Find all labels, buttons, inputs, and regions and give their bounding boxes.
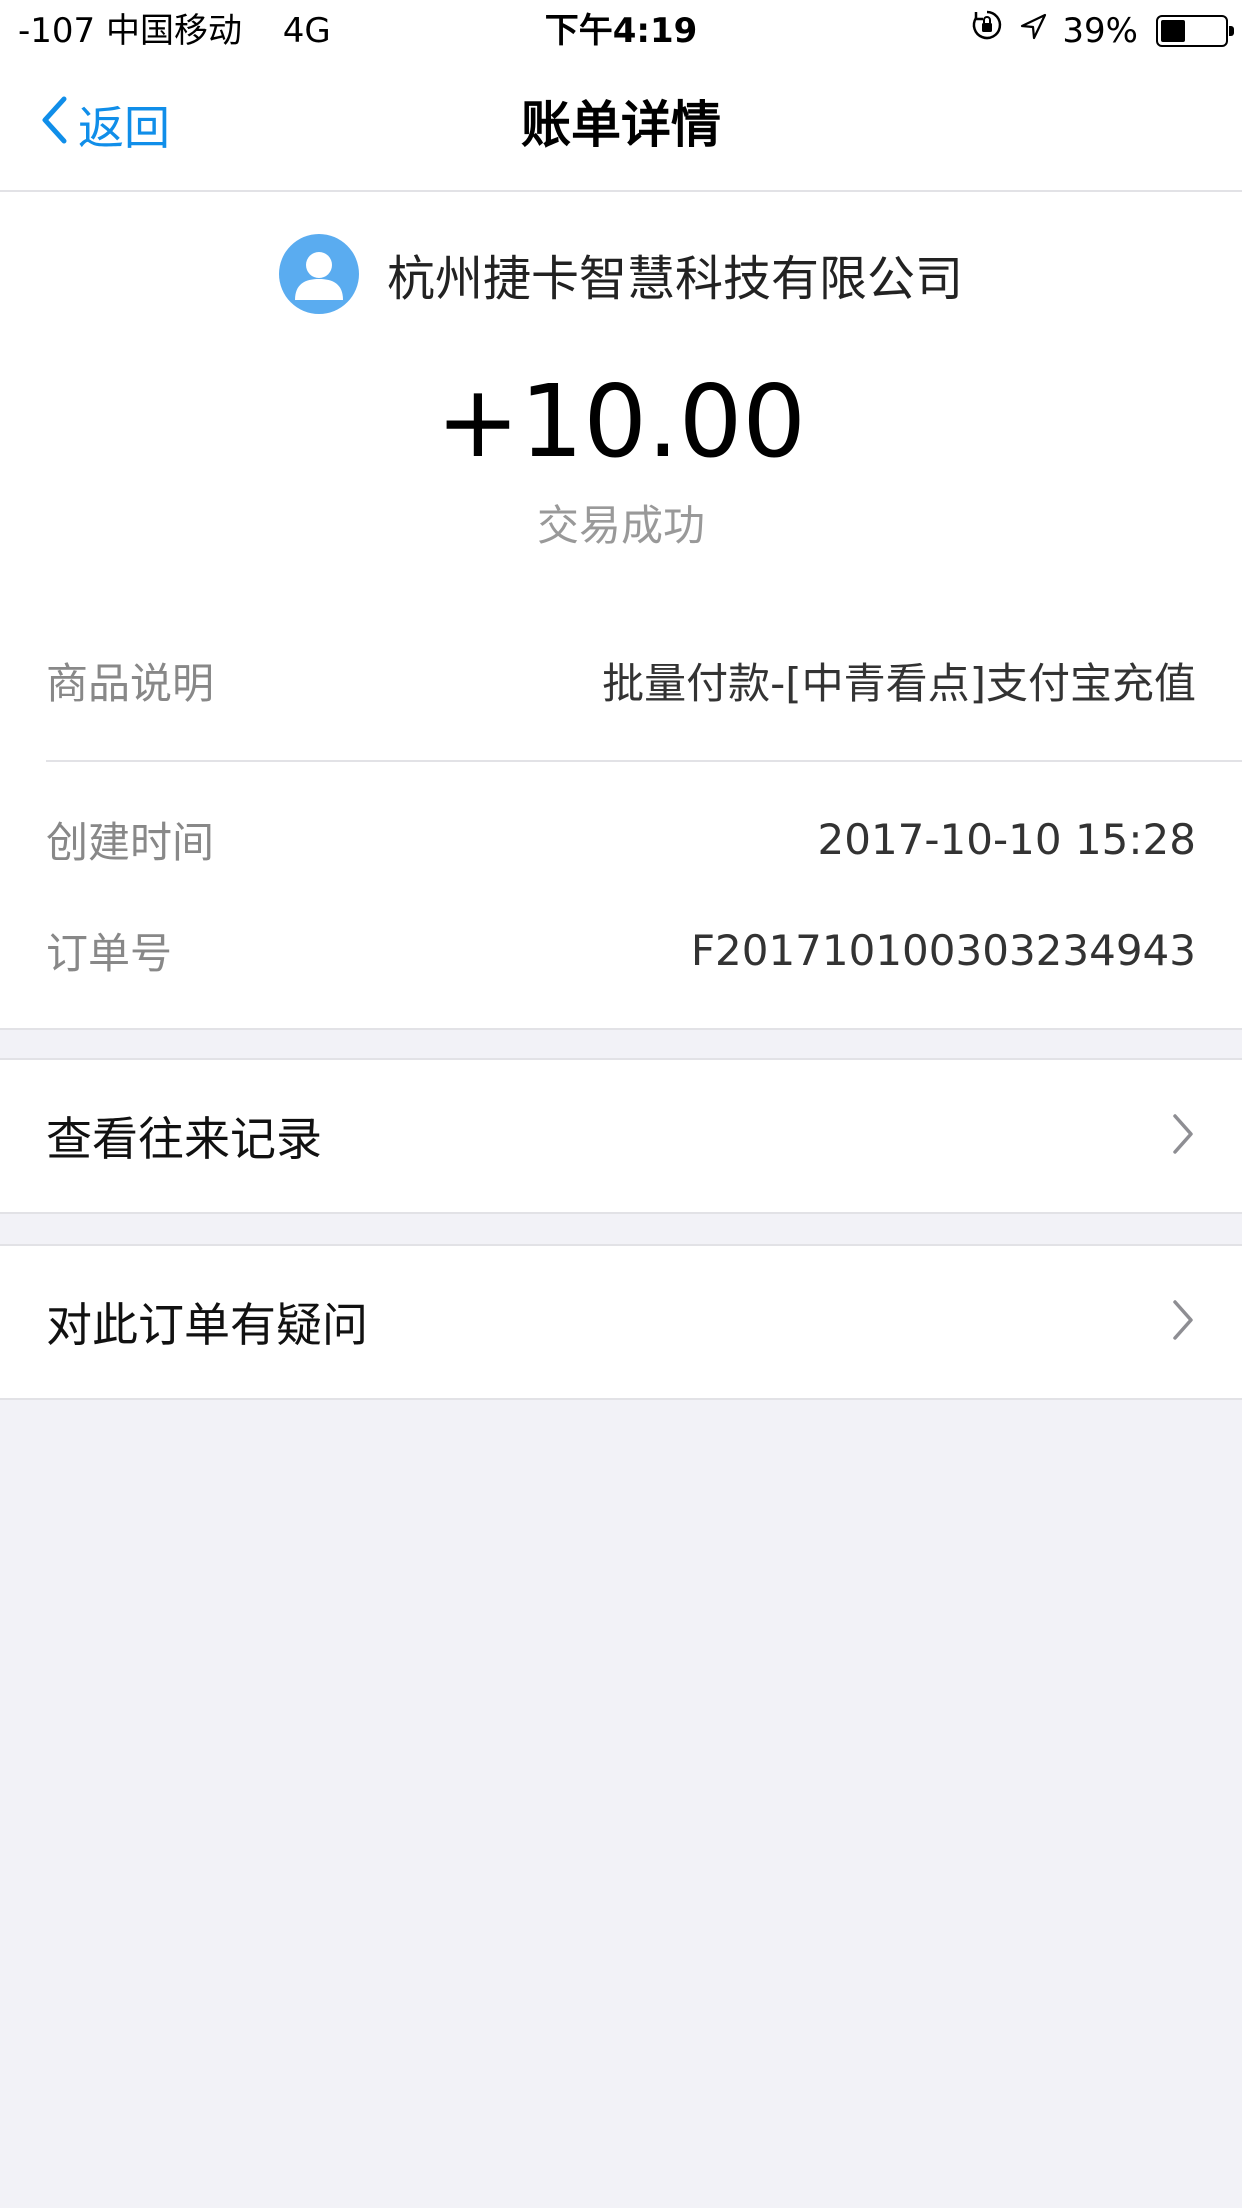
orientation-lock-icon [970,0,1004,62]
detail-value: 批量付款-[中青看点]支付宝充值 [602,658,1196,708]
view-history-cell[interactable]: 查看往来记录 [0,1058,1242,1214]
battery-fill [1161,20,1185,42]
status-bar: -107 中国移动 4G 下午4:19 39% [0,0,1242,62]
detail-label: 订单号 [46,928,173,978]
cell-label: 查看往来记录 [46,1112,322,1166]
divider [46,760,1242,762]
bill-card: 杭州捷卡智慧科技有限公司 +10.00 交易成功 商品说明 批量付款-[中青看点… [0,192,1242,1030]
battery-percent: 39% [1062,11,1138,51]
payer-name: 杭州捷卡智慧科技有限公司 [386,251,963,307]
battery-icon [1156,15,1234,47]
battery-tip [1229,26,1234,36]
transaction-status: 交易成功 [536,501,705,550]
detail-label: 创建时间 [46,817,215,867]
amount: +10.00 [435,363,807,480]
detail-row-description: 商品说明 批量付款-[中青看点]支付宝充值 [46,650,1196,710]
chevron-right-icon [1170,1112,1196,1160]
screen: -107 中国移动 4G 下午4:19 39% 返回 账单详情 杭州捷卡智慧科技… [0,0,1242,2208]
detail-row-created-time: 创建时间 2017-10-10 15:28 [46,809,1196,869]
payer: 杭州捷卡智慧科技有限公司 [0,234,1242,314]
location-arrow-icon [1018,0,1048,62]
page-title: 账单详情 [521,96,721,154]
avatar [278,234,359,314]
cell-label: 对此订单有疑问 [46,1298,368,1352]
chevron-right-icon [1170,1298,1196,1346]
detail-label: 商品说明 [46,658,215,708]
detail-row-order-number: 订单号 F2017101003032349​43 [46,920,1196,980]
nav-bar: 返回 账单详情 [0,62,1242,192]
user-icon [294,252,343,300]
detail-value: 2017-10-10 15:28 [817,814,1196,864]
order-question-cell[interactable]: 对此订单有疑问 [0,1244,1242,1400]
status-right: 39% [970,0,1234,62]
detail-value: F2017101003032349​43 [690,925,1196,975]
